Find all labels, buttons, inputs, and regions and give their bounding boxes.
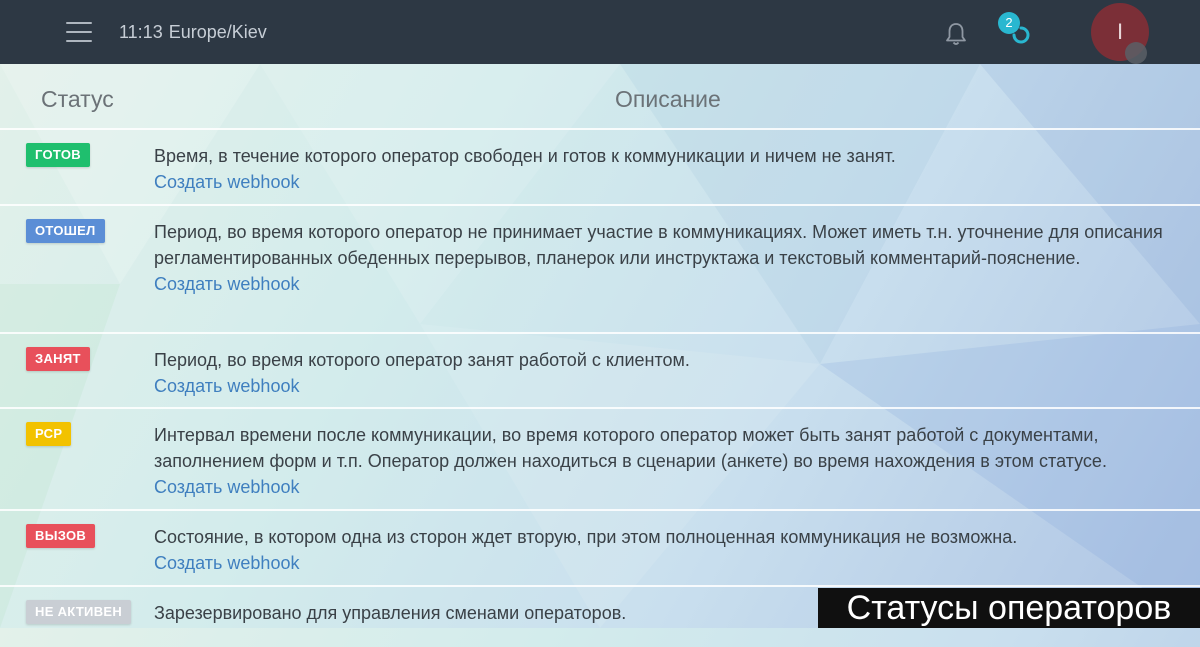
status-badge: НЕ АКТИВЕН [26,600,132,624]
create-webhook-link[interactable]: Создать webhook [154,271,1190,297]
create-webhook-link[interactable]: Создать webhook [154,373,1190,399]
status-description: Период, во время которого оператор занят… [154,347,1190,399]
clock-timezone: Europe/Kiev [168,22,267,42]
top-bar: 11:13 Europe/Kiev 2 I [0,0,1200,64]
status-badge: ГОТОВ [26,143,90,167]
description-text: Период, во время которого оператор занят… [154,350,690,370]
description-text: Время, в течение которого оператор свобо… [154,146,896,166]
create-webhook-link[interactable]: Создать webhook [154,474,1190,500]
table-row: ВЫЗОВ Состояние, в котором одна из сторо… [0,511,1200,587]
avatar-status-indicator [1125,42,1147,64]
hamburger-menu-icon[interactable] [66,22,92,42]
status-badge: ЗАНЯТ [26,347,90,371]
status-description: Период, во время которого оператор не пр… [154,219,1190,297]
clock: 11:13 Europe/Kiev [119,22,267,43]
status-badge: РСР [26,422,72,446]
description-text: Зарезервировано для управления сменами о… [154,603,627,623]
column-header-description: Описание [615,86,721,112]
status-table: Статус Описание ГОТОВ Время, в течение к… [0,64,1200,647]
column-header-status: Статус [41,86,114,112]
status-description: Интервал времени после коммуникации, во … [154,422,1190,500]
description-text: Период, во время которого оператор не пр… [154,222,1163,268]
create-webhook-link[interactable]: Создать webhook [154,550,1190,576]
table-header: Статус Описание [0,64,1200,130]
notification-count-badge[interactable]: 2 [998,12,1020,34]
status-description: Состояние, в котором одна из сторон ждет… [154,524,1190,576]
table-row: ГОТОВ Время, в течение которого оператор… [0,130,1200,206]
description-text: Состояние, в котором одна из сторон ждет… [154,527,1018,547]
bell-icon[interactable] [942,20,970,48]
clock-time: 11:13 [119,22,163,42]
description-text: Интервал времени после коммуникации, во … [154,425,1107,471]
table-row: ОТОШЕЛ Период, во время которого операто… [0,206,1200,334]
status-badge: ОТОШЕЛ [26,219,105,243]
status-badge: ВЫЗОВ [26,524,96,548]
table-row: ЗАНЯТ Период, во время которого оператор… [0,334,1200,409]
status-description: Время, в течение которого оператор свобо… [154,143,1190,195]
table-row: РСР Интервал времени после коммуникации,… [0,409,1200,511]
caption-overlay: Статусы операторов [818,588,1200,628]
create-webhook-link[interactable]: Создать webhook [154,169,1190,195]
